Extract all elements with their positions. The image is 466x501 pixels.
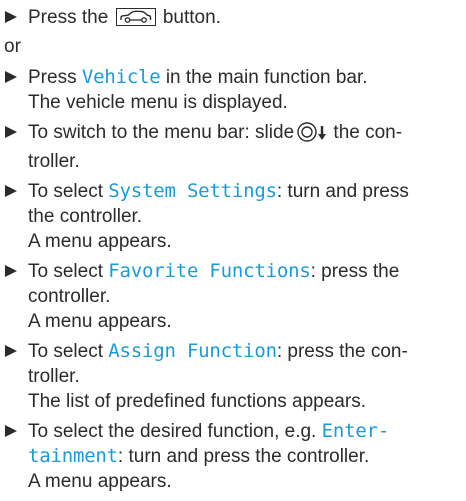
step-result: A menu appears.	[28, 471, 172, 492]
keyword-system-settings: System Settings	[108, 180, 277, 202]
controller-slide-down-icon	[296, 122, 327, 149]
keyword-entertainment-part1: Enter-	[321, 420, 390, 442]
step-text: Press	[28, 67, 82, 88]
step-select-system-settings: To select System Settings: turn and pres…	[4, 179, 462, 254]
step-press-car-button: Press the button.	[4, 5, 462, 30]
step-switch-menu-bar: To switch to the menu bar: slide the con…	[4, 120, 462, 174]
bullet-arrow-icon	[5, 11, 17, 23]
keyword-vehicle: Vehicle	[81, 66, 161, 88]
keyword-entertainment-part2: tainment	[28, 445, 118, 467]
step-text: the controller.	[28, 206, 143, 227]
step-text: : turn and press the controller.	[117, 446, 370, 467]
bullet-arrow-icon	[5, 265, 17, 277]
step-result: A menu appears.	[28, 311, 172, 332]
step-select-desired-function: To select the desired function, e.g. Ent…	[4, 419, 462, 494]
instructions: Press the button. or Press Vehicle in th…	[4, 5, 462, 499]
bullet-arrow-icon	[5, 425, 17, 437]
step-result: The vehicle menu is displayed.	[28, 92, 288, 113]
step-text: To select	[28, 341, 109, 362]
keyword-favorite-functions: Favorite Functions	[108, 260, 311, 282]
or-separator: or	[4, 36, 21, 57]
bullet-arrow-icon	[5, 126, 17, 138]
step-text: controller.	[28, 286, 111, 307]
step-text: To select	[28, 261, 109, 282]
step-result: The list of predefined functions appears…	[28, 391, 366, 412]
step-text: troller.	[28, 151, 80, 172]
step-text: troller.	[28, 366, 80, 387]
keyword-assign-function: Assign Function	[108, 340, 277, 362]
step-text: To select the desired function, e.g.	[28, 421, 322, 442]
step-select-favorite-functions: To select Favorite Functions: press the …	[4, 259, 462, 334]
step-text: : press the con-	[276, 341, 408, 362]
step-text: To select	[28, 181, 109, 202]
step-text: : turn and press	[276, 181, 409, 202]
step-press-vehicle: Press Vehicle in the main function bar. …	[4, 65, 462, 115]
car-icon	[115, 8, 156, 26]
step-text: in the main function bar.	[160, 67, 368, 88]
bullet-arrow-icon	[5, 185, 17, 197]
step-text: To switch to the menu bar: slide	[28, 122, 295, 143]
bullet-arrow-icon	[5, 345, 17, 357]
bullet-arrow-icon	[5, 71, 17, 83]
step-result: A menu appears.	[28, 231, 172, 252]
step-text: button.	[162, 7, 221, 28]
step-select-assign-function: To select Assign Function: press the con…	[4, 339, 462, 414]
step-text: the con-	[328, 122, 403, 143]
step-text: : press the	[310, 261, 400, 282]
step-text: Press the	[28, 7, 109, 28]
